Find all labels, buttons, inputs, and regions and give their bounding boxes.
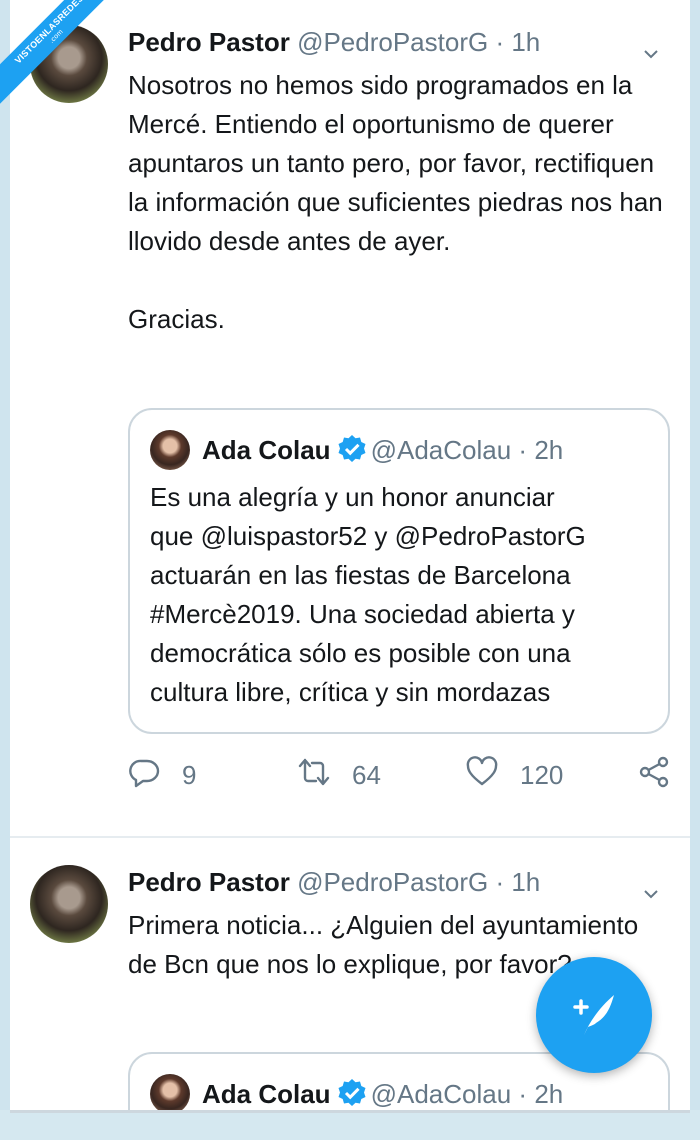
- author-handle[interactable]: @PedroPastorG: [297, 27, 488, 57]
- tweet-header: Pedro Pastor @PedroPastorG · 1h: [128, 864, 670, 900]
- compose-tweet-button[interactable]: [536, 957, 652, 1073]
- author-handle[interactable]: @PedroPastorG: [297, 867, 488, 897]
- bottom-bar: [0, 1110, 700, 1140]
- author-handle: @AdaColau: [370, 1079, 512, 1109]
- reply-button[interactable]: 9: [128, 750, 196, 800]
- retweet-button[interactable]: 64: [298, 750, 381, 800]
- author-name: Ada Colau: [202, 1079, 331, 1109]
- avatar[interactable]: [150, 430, 190, 470]
- reply-icon: [128, 756, 160, 795]
- tweet-text: Nosotros no hemos sido programados en la…: [128, 66, 670, 339]
- chevron-down-icon[interactable]: [644, 874, 658, 899]
- heart-icon: [466, 755, 498, 795]
- share-button[interactable]: [638, 750, 670, 800]
- frame-right-edge: [690, 0, 700, 1140]
- author-name[interactable]: Pedro Pastor: [128, 867, 290, 897]
- tweet-actions: 9 64 120: [128, 750, 670, 800]
- like-button[interactable]: 120: [466, 750, 563, 800]
- timestamp: 2h: [534, 1079, 564, 1109]
- verified-badge-icon: [337, 1078, 367, 1108]
- retweet-icon: [298, 756, 330, 795]
- quoted-text-line: actuarán en las fiestas de Barcelona: [150, 560, 571, 590]
- quoted-text-line: democrática sólo es posible con una: [150, 638, 571, 668]
- avatar[interactable]: [150, 1074, 190, 1110]
- like-count: 120: [520, 759, 564, 790]
- tweet-paragraph: Nosotros no hemos sido programados en la…: [128, 70, 663, 256]
- separator-dot: ·: [495, 27, 505, 57]
- tweet[interactable]: Pedro Pastor @PedroPastorG · 1h Nosotros…: [10, 0, 690, 838]
- quoted-text-line: #Mercè2019. Una sociedad abierta y: [150, 599, 575, 629]
- timestamp: 2h: [534, 435, 564, 465]
- chevron-down-icon[interactable]: [644, 34, 658, 59]
- verified-badge-icon: [337, 434, 367, 464]
- share-icon: [638, 756, 670, 795]
- author-name[interactable]: Pedro Pastor: [128, 27, 290, 57]
- quoted-tweet-text: Es una alegría y un honor anunciar que @…: [150, 478, 650, 712]
- separator-dot: ·: [495, 867, 505, 897]
- timestamp[interactable]: 1h: [511, 27, 540, 57]
- timestamp[interactable]: 1h: [511, 867, 540, 897]
- quoted-text-line: Es una alegría y un honor anunciar: [150, 482, 555, 512]
- quoted-tweet-header: Ada Colau @AdaColau · 2h: [202, 430, 563, 470]
- separator-dot: ·: [518, 435, 528, 465]
- compose-tweet-icon: [566, 985, 622, 1046]
- tweet-header: Pedro Pastor @PedroPastorG · 1h: [128, 24, 670, 60]
- reply-count: 9: [182, 759, 197, 790]
- quoted-tweet-header: Ada Colau @AdaColau · 2h: [202, 1074, 563, 1110]
- quoted-text-line: que @luispastor52 y @PedroPastorG: [150, 521, 586, 551]
- quoted-tweet[interactable]: Ada Colau @AdaColau · 2h Es una alegría y…: [128, 408, 670, 734]
- tweet-paragraph: Gracias.: [128, 304, 225, 334]
- author-handle: @AdaColau: [370, 435, 512, 465]
- avatar[interactable]: [30, 865, 108, 943]
- retweet-count: 64: [352, 759, 381, 790]
- frame-left-edge: [0, 0, 10, 1140]
- separator-dot: ·: [518, 1079, 528, 1109]
- author-name: Ada Colau: [202, 435, 331, 465]
- quoted-text-line: cultura libre, crítica y sin mordazas: [150, 677, 551, 707]
